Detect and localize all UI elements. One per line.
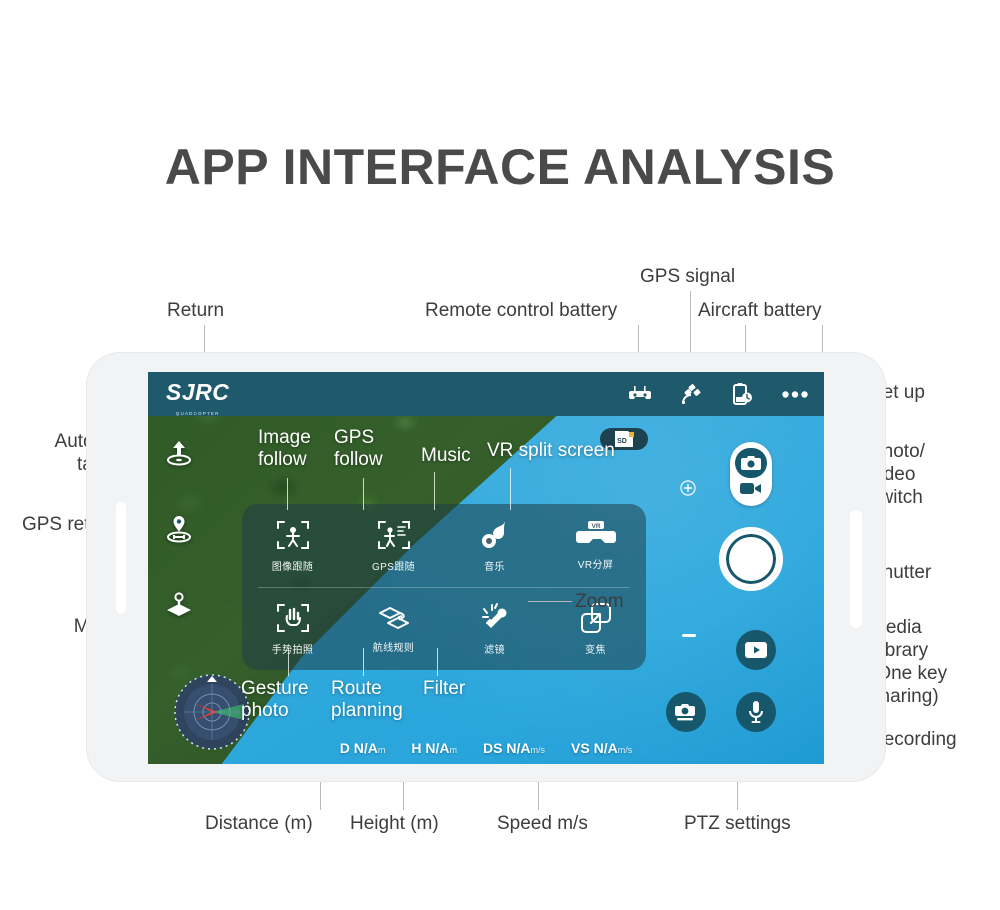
overlay-leader-route-planning: [363, 648, 364, 676]
gps-return-icon[interactable]: [164, 514, 194, 544]
overlay-leader-gesture-photo: [288, 648, 289, 676]
photo-video-switch[interactable]: [730, 442, 772, 506]
function-label-cn: 滤镜: [484, 644, 505, 656]
function-label-cn: GPS跟随: [371, 561, 416, 573]
function-gps-follow[interactable]: GPS跟随: [343, 519, 444, 573]
status-icon-group: [629, 372, 808, 416]
callout-gps-signal: GPS signal: [640, 266, 736, 287]
callout-distance: Distance (m): [205, 813, 313, 834]
app-interface-analysis-page: APP INTERFACE ANALYSIS Return Remote con…: [0, 0, 1000, 910]
gesture-photo-icon: [276, 602, 310, 634]
auto-takeoff-icon[interactable]: [164, 438, 194, 468]
sjrc-brand-subtext: QUADCOPTER: [175, 411, 220, 416]
filter-icon: [479, 602, 511, 634]
overlay-leader-filter: [437, 648, 438, 676]
satellite-icon[interactable]: [681, 384, 703, 404]
overlay-callout-route-planning: Route planning: [331, 678, 403, 721]
function-filter[interactable]: 滤镜: [444, 602, 545, 656]
overlay-leader-image-follow: [287, 478, 288, 510]
tablet-side-button-left[interactable]: [116, 502, 126, 614]
ptz-settings-button[interactable]: [666, 692, 706, 732]
overlay-callout-gps-follow: GPS follow: [334, 427, 383, 470]
callout-ptz-settings: PTZ settings: [684, 813, 791, 834]
function-label-cn: VR分屏: [577, 559, 614, 571]
function-label-cn: 图像跟随: [271, 561, 314, 573]
sjrc-logo: SJRC QUADCOPTER: [166, 381, 229, 425]
music-icon: [480, 519, 510, 551]
overlay-leader-vr-split-screen: [510, 468, 511, 510]
more-options-icon[interactable]: [782, 390, 808, 398]
overlay-callout-vr-split-screen: VR split screen: [487, 440, 615, 461]
telemetry-bar: D N/Am H N/Am DS N/Am/s VS N/Am/s: [148, 740, 824, 756]
telemetry-vertical-speed: VS N/Am/s: [571, 740, 633, 756]
overlay-callout-gesture-photo: Gesture photo: [241, 678, 309, 721]
zoom-out-icon[interactable]: [682, 634, 696, 637]
recording-button[interactable]: [736, 692, 776, 732]
telemetry-distance: D N/Am: [339, 740, 386, 756]
overlay-leader-gps-follow: [363, 478, 364, 510]
more-joystick-icon[interactable]: [164, 590, 194, 620]
page-title: APP INTERFACE ANALYSIS: [164, 139, 836, 195]
function-gesture-photo[interactable]: 手势拍照: [242, 602, 343, 656]
zoom-in-icon[interactable]: [680, 480, 696, 501]
image-follow-icon: [276, 519, 310, 551]
overlay-leader-zoom: [528, 601, 572, 602]
overlay-callout-zoom: Zoom: [575, 591, 624, 612]
overlay-callout-filter: Filter: [423, 678, 466, 699]
function-label-cn: 航线规则: [372, 642, 415, 654]
media-library-button[interactable]: [736, 630, 776, 670]
function-music[interactable]: 音乐: [444, 519, 545, 573]
function-label-cn: 手势拍照: [271, 644, 314, 656]
left-control-group: [164, 438, 194, 620]
callout-speed: Speed m/s: [497, 813, 588, 834]
overlay-callout-image-follow: Image follow: [258, 427, 311, 470]
overlay-leader-music: [434, 472, 435, 510]
video-mode-icon[interactable]: [740, 482, 762, 500]
function-menu-panel: 图像跟随 GPS跟随 音乐 VR VR分屏 手势拍照 航线规则 滤镜 变焦: [242, 504, 646, 670]
function-vr-split[interactable]: VR VR分屏: [545, 520, 646, 571]
route-planning-icon: [376, 604, 412, 632]
vr-split-icon: VR: [575, 520, 616, 549]
shutter-ring: [719, 527, 783, 591]
tablet-side-button-right[interactable]: [850, 510, 862, 628]
function-label-cn: 音乐: [484, 561, 505, 573]
telemetry-height: H N/Am: [411, 740, 458, 756]
function-label-cn: 变焦: [585, 644, 606, 656]
callout-aircraft-battery: Aircraft battery: [698, 300, 822, 321]
telemetry-distance-speed: DS N/Am/s: [483, 740, 546, 756]
tablet-device: SJRC QUADCOPTER 图像跟随 GPS跟随 音乐 VR VR分屏 手势…: [86, 352, 886, 782]
battery-clock-icon[interactable]: [733, 383, 752, 405]
status-bar: SJRC QUADCOPTER: [148, 372, 824, 416]
gps-follow-icon: [377, 519, 411, 551]
svg-text:SD: SD: [617, 438, 627, 445]
sjrc-brand-text: SJRC: [166, 379, 230, 405]
shutter-button[interactable]: [719, 527, 783, 591]
callout-height: Height (m): [350, 813, 439, 834]
function-route-planning[interactable]: 航线规则: [343, 604, 444, 654]
function-image-follow[interactable]: 图像跟随: [242, 519, 343, 573]
remote-controller-icon[interactable]: [629, 386, 651, 402]
callout-remote-control-battery: Remote control battery: [425, 300, 618, 321]
photo-mode-icon[interactable]: [735, 448, 767, 478]
callout-return: Return: [167, 300, 225, 321]
svg-text:VR: VR: [591, 523, 600, 530]
overlay-callout-music: Music: [421, 445, 471, 466]
